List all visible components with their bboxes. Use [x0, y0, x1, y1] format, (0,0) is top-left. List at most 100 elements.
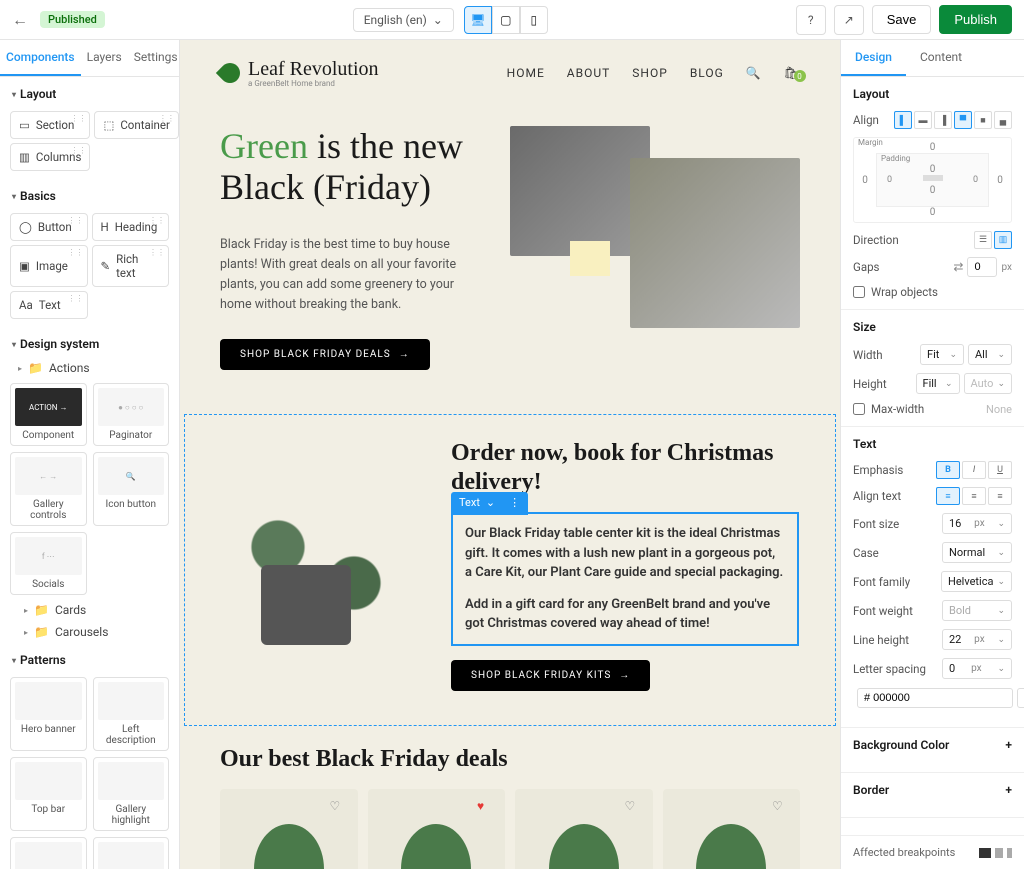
selected-text-block[interactable]: Text ⌄ ⋮ Our Black Friday table center k…	[451, 512, 799, 646]
letter-spacing-select[interactable]: 0 px	[942, 658, 1012, 679]
align-left-button[interactable]: ▌	[894, 111, 912, 129]
heart-icon[interactable]: ♡	[772, 799, 790, 817]
hero-description[interactable]: Black Friday is the best time to buy hou…	[220, 235, 480, 315]
thumb-icon-button[interactable]: 🔍Icon button	[93, 452, 170, 526]
component-text[interactable]: AaText⋮⋮	[10, 291, 88, 319]
align-center-h-button[interactable]: ▬	[914, 111, 932, 129]
text-align-right-button[interactable]: ≡	[988, 487, 1012, 505]
font-size-select[interactable]: 16 px	[942, 513, 1012, 534]
tab-settings[interactable]: Settings	[128, 40, 180, 76]
width-select[interactable]: Fit	[920, 344, 964, 365]
direction-row-button[interactable]: ☰	[974, 231, 992, 249]
product-card[interactable]: ♡	[663, 789, 801, 869]
heart-icon[interactable]: ♡	[625, 799, 643, 817]
tab-layers[interactable]: Layers	[81, 40, 128, 76]
hero-images[interactable]	[510, 126, 800, 370]
device-mobile-button[interactable]: ▯	[520, 6, 548, 34]
heart-icon-liked[interactable]: ♥	[477, 799, 495, 817]
text-align-left-button[interactable]: ≡	[936, 487, 960, 505]
deals-title[interactable]: Our best Black Friday deals	[220, 746, 800, 773]
product-card[interactable]: ♡	[515, 789, 653, 869]
section-layout-header[interactable]: Layout	[0, 77, 179, 107]
color-opacity-input[interactable]	[1017, 688, 1024, 708]
publish-button[interactable]: Publish	[939, 5, 1012, 34]
section-design-system-header[interactable]: Design system	[0, 327, 179, 357]
component-image[interactable]: ▣Image⋮⋮	[10, 245, 88, 287]
order-section-selected[interactable]: Order now, book for Christmas delivery! …	[184, 414, 836, 726]
text-align-center-button[interactable]: ≡	[962, 487, 986, 505]
pattern-hero-banner[interactable]: Hero banner	[10, 677, 87, 751]
search-icon[interactable]: 🔍	[746, 66, 762, 80]
device-tablet-button[interactable]: ▢	[492, 6, 520, 34]
border-section[interactable]: Border+	[841, 773, 1024, 818]
order-title[interactable]: Order now, book for Christmas delivery!	[451, 439, 799, 497]
nav-home[interactable]: HOME	[507, 66, 545, 80]
line-height-select[interactable]: 22 px	[942, 629, 1012, 650]
direction-column-button[interactable]: ▥	[994, 231, 1012, 249]
component-richtext[interactable]: ✎Rich text⋮⋮	[92, 245, 170, 287]
height-select[interactable]: Fill	[916, 373, 960, 394]
hero-cta-button[interactable]: SHOP BLACK FRIDAY DEALS→	[220, 339, 430, 370]
save-button[interactable]: Save	[872, 5, 932, 34]
thumb-socials[interactable]: f ⋯Socials	[10, 532, 87, 595]
tab-components[interactable]: Components	[0, 40, 81, 76]
section-basics-header[interactable]: Basics	[0, 179, 179, 209]
thumb-paginator[interactable]: ● ○ ○ ○Paginator	[93, 383, 170, 446]
case-select[interactable]: Normal	[942, 542, 1012, 563]
bold-button[interactable]: B	[936, 461, 960, 479]
component-container[interactable]: ⬚Container⋮⋮	[94, 111, 178, 139]
component-section[interactable]: ▭Section⋮⋮	[10, 111, 90, 139]
pattern-gallery-highlight[interactable]: Gallery highlight	[93, 757, 170, 831]
plus-icon[interactable]: +	[1005, 738, 1012, 752]
wrap-checkbox[interactable]	[853, 286, 865, 298]
thumb-component[interactable]: ACTION →Component	[10, 383, 87, 446]
heart-icon[interactable]: ♡	[330, 799, 348, 817]
hero-title[interactable]: Green is the new Black (Friday)	[220, 126, 480, 209]
back-arrow-icon[interactable]: ←	[12, 10, 28, 30]
color-hex-input[interactable]	[857, 688, 1013, 708]
width-unit-select[interactable]: All	[968, 344, 1012, 365]
pattern-product-card[interactable]: Product card	[10, 837, 87, 869]
plus-icon[interactable]: +	[1005, 783, 1012, 797]
device-desktop-button[interactable]: 🖥	[464, 6, 492, 34]
pattern-left-description[interactable]: Left description	[93, 677, 170, 751]
height-unit-select[interactable]: Auto	[964, 373, 1013, 394]
deals-section[interactable]: Our best Black Friday deals ♡ ♥ ♡ ♡	[180, 730, 840, 869]
gap-link-icon[interactable]: ⇄	[953, 260, 963, 274]
component-button[interactable]: ◯Button⋮⋮	[10, 213, 88, 241]
product-card[interactable]: ♥	[368, 789, 506, 869]
align-right-button[interactable]: ▐	[934, 111, 952, 129]
pattern-top-bar[interactable]: Top bar	[10, 757, 87, 831]
component-heading[interactable]: HHeading⋮⋮	[92, 213, 170, 241]
folder-carousels[interactable]: 📁 Carousels	[0, 621, 179, 643]
tab-design[interactable]: Design	[841, 40, 906, 76]
open-external-icon[interactable]: ↗	[834, 5, 864, 35]
canvas[interactable]: Leaf Revolution a GreenBelt Home brand H…	[180, 40, 840, 869]
spacing-control[interactable]: Margin 0 0 Padding 0 0 0 0	[853, 137, 1012, 223]
align-center-v-button[interactable]: ■	[974, 111, 992, 129]
align-bottom-button[interactable]: ▄	[994, 111, 1012, 129]
italic-button[interactable]: I	[962, 461, 986, 479]
component-columns[interactable]: ▥Columns⋮⋮	[10, 143, 90, 171]
pattern-gallery-articles[interactable]: Gallery articles	[93, 837, 170, 869]
chevron-down-icon[interactable]: ⌄	[486, 495, 495, 512]
nav-blog[interactable]: BLOG	[690, 66, 724, 80]
bg-color-section[interactable]: Background Color+	[841, 728, 1024, 773]
nav-shop[interactable]: SHOP	[632, 66, 668, 80]
brand[interactable]: Leaf Revolution a GreenBelt Home brand	[220, 58, 379, 88]
language-select[interactable]: English (en) ⌄	[353, 8, 454, 32]
underline-button[interactable]: U	[988, 461, 1012, 479]
product-card[interactable]: ♡	[220, 789, 358, 869]
cart-icon[interactable]: 🛍	[784, 66, 800, 80]
section-patterns-header[interactable]: Patterns	[0, 643, 179, 673]
kebab-menu-icon[interactable]: ⋮	[509, 495, 520, 512]
help-icon[interactable]: ?	[796, 5, 826, 35]
hero-section[interactable]: Green is the new Black (Friday) Black Fr…	[180, 106, 840, 410]
maxwidth-checkbox[interactable]	[853, 403, 865, 415]
breakpoint-icons[interactable]	[979, 848, 1012, 858]
thumb-gallery-controls[interactable]: ← →Gallery controls	[10, 452, 87, 526]
gift-image[interactable]	[221, 475, 411, 655]
folder-actions[interactable]: 📁 Actions	[0, 357, 179, 379]
nav-about[interactable]: ABOUT	[567, 66, 611, 80]
font-weight-select[interactable]: Bold	[942, 600, 1012, 621]
